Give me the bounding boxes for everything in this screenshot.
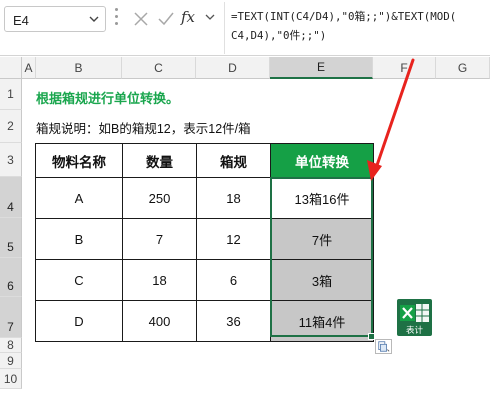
cell-material[interactable]: B (35, 218, 123, 260)
excel-logo-icon: 表计 (397, 299, 432, 336)
cell-material[interactable]: A (35, 177, 123, 219)
more-options-icon (115, 8, 118, 30)
logo-text: 表计 (406, 325, 424, 336)
sheet-title[interactable]: 根据箱规进行单位转换。 (36, 88, 179, 107)
formula-line-1: =TEXT(INT(C4/D4),"0箱;;")&TEXT(MOD( (231, 10, 457, 23)
row-header-9[interactable]: 9 (0, 353, 22, 369)
column-header-c[interactable]: C (122, 57, 196, 79)
insert-function-icon[interactable]: fx (181, 8, 195, 26)
row-header-10[interactable]: 10 (0, 369, 22, 389)
row-header-3[interactable]: 3 (0, 143, 22, 177)
cell-quantity[interactable]: 18 (122, 259, 197, 301)
row-header-1[interactable]: 1 (0, 79, 22, 110)
formula-bar: E4 fx =TEXT(INT(C4/D4),"0箱;;")&TEXT(MOD(… (0, 0, 490, 56)
cell-quantity[interactable]: 250 (122, 177, 197, 219)
cell-box-spec[interactable]: 6 (196, 259, 271, 301)
row-header-2[interactable]: 2 (0, 110, 22, 143)
column-header-e[interactable]: E (270, 57, 373, 79)
cell-material[interactable]: D (35, 300, 123, 342)
header-quantity[interactable]: 数量 (122, 143, 197, 178)
sheet-note[interactable]: 箱规说明：如B的箱规12，表示12件/箱 (36, 118, 251, 137)
row-header-8[interactable]: 8 (0, 338, 22, 353)
cell-box-spec[interactable]: 12 (196, 218, 271, 260)
cell-conversion[interactable]: 13箱16件 (270, 177, 374, 219)
column-header-b[interactable]: B (36, 57, 122, 79)
row-header-5[interactable]: 5 (0, 218, 22, 258)
table-row: D 400 36 11箱4件 (35, 300, 374, 342)
row-header-4[interactable]: 4 (0, 177, 22, 218)
cell-box-spec[interactable]: 36 (196, 300, 271, 342)
select-all-corner[interactable] (0, 57, 22, 79)
header-box-spec[interactable]: 箱规 (196, 143, 271, 178)
table-row: B 7 12 7件 (35, 218, 374, 260)
column-header-a[interactable]: A (22, 57, 36, 79)
column-header-f[interactable]: F (373, 57, 436, 79)
chevron-down-icon[interactable] (87, 12, 101, 26)
formula-input[interactable]: =TEXT(INT(C4/D4),"0箱;;")&TEXT(MOD( C4,D4… (224, 2, 486, 54)
row-header-7[interactable]: 7 (0, 297, 22, 338)
confirm-icon[interactable] (155, 8, 177, 30)
cell-material[interactable]: C (35, 259, 123, 301)
cancel-icon[interactable] (130, 8, 152, 30)
formula-chevron-down-icon[interactable] (204, 11, 216, 23)
cell-quantity[interactable]: 7 (122, 218, 197, 260)
header-material-name[interactable]: 物料名称 (35, 143, 123, 178)
conversion-table: 物料名称 数量 箱规 单位转换 A 250 18 13箱16件 B 7 12 7… (35, 143, 374, 342)
cell-conversion[interactable]: 11箱4件 (270, 300, 374, 342)
table-header-row: 物料名称 数量 箱规 单位转换 (35, 143, 374, 178)
column-header-d[interactable]: D (196, 57, 270, 79)
cell-conversion[interactable]: 7件 (270, 218, 374, 260)
row-header-6[interactable]: 6 (0, 258, 22, 297)
fill-handle[interactable] (368, 333, 375, 340)
table-row: A 250 18 13箱16件 (35, 177, 374, 219)
table-row: C 18 6 3箱 (35, 259, 374, 301)
column-header-g[interactable]: G (436, 57, 490, 79)
header-unit-conversion[interactable]: 单位转换 (270, 143, 374, 178)
name-box-value: E4 (13, 13, 29, 28)
paste-options-icon[interactable] (375, 339, 392, 354)
cell-box-spec[interactable]: 18 (196, 177, 271, 219)
name-box[interactable]: E4 (4, 6, 106, 32)
cell-conversion[interactable]: 3箱 (270, 259, 374, 301)
cell-quantity[interactable]: 400 (122, 300, 197, 342)
formula-line-2: C4,D4),"0件;;") (231, 29, 327, 42)
